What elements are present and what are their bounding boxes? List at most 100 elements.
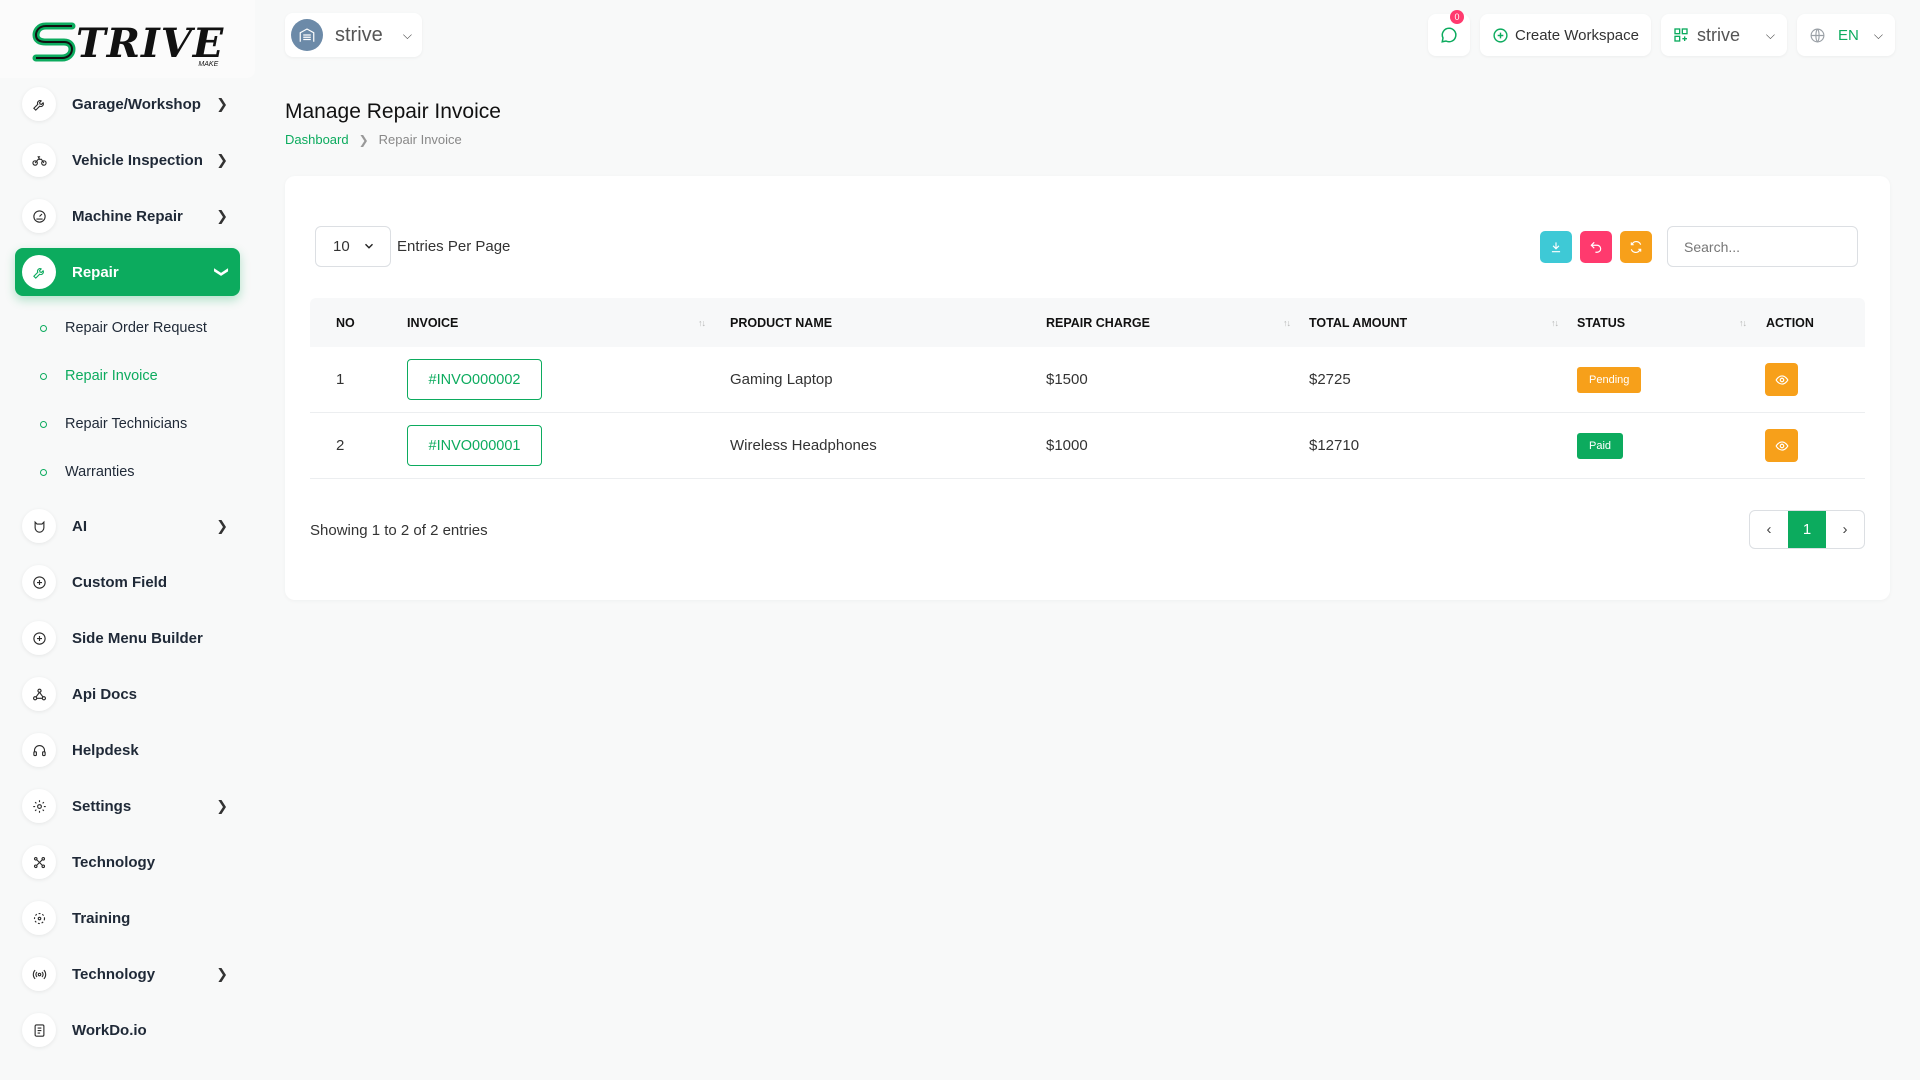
sidebar-item-label: Technology <box>72 854 155 871</box>
sidebar-item-label: Machine Repair <box>72 208 183 225</box>
chevron-right-icon: ❯ <box>216 96 228 113</box>
sidebar-item-machine-repair[interactable]: Machine Repair ❯ <box>15 192 240 240</box>
chevron-down-icon <box>362 239 376 253</box>
invoice-table: NO INVOICE↑↓ PRODUCT NAME REPAIR CHARGE↑… <box>310 298 1865 479</box>
document-icon <box>22 1013 56 1047</box>
breadcrumb-dashboard-link[interactable]: Dashboard <box>285 132 349 147</box>
language-selector[interactable]: EN ⌵ <box>1797 14 1895 56</box>
column-header-invoice[interactable]: INVOICE↑↓ <box>407 298 715 347</box>
sidebar-item-training[interactable]: Training <box>15 894 240 942</box>
refresh-button[interactable] <box>1620 231 1652 263</box>
nodes-icon <box>22 845 56 879</box>
sidebar-item-label: Vehicle Inspection <box>72 152 203 169</box>
breadcrumb-current: Repair Invoice <box>379 132 462 147</box>
sort-icon[interactable]: ↑↓ <box>1739 318 1746 328</box>
page-title: Manage Repair Invoice <box>285 100 501 124</box>
sidebar-item-vehicle-inspection[interactable]: Vehicle Inspection ❯ <box>15 136 240 184</box>
submenu-repair-technicians[interactable]: Repair Technicians <box>15 400 240 448</box>
sidebar-item-repair[interactable]: Repair ❯ <box>15 248 240 296</box>
sidebar-item-technology[interactable]: Technology <box>15 838 240 886</box>
previous-page-button[interactable]: ‹ <box>1750 511 1788 548</box>
workspace-menu-button[interactable]: strive ⌵ <box>1661 14 1787 56</box>
eye-icon <box>1775 439 1789 453</box>
entries-label: Entries Per Page <box>397 238 510 255</box>
sidebar-item-side-menu-builder[interactable]: Side Menu Builder <box>15 614 240 662</box>
export-button[interactable] <box>1540 231 1572 263</box>
chevron-right-icon: ❯ <box>216 966 228 983</box>
cell-invoice: #INVO000002 <box>407 359 715 400</box>
workspace-avatar-icon <box>291 19 323 51</box>
sidebar-item-label: WorkDo.io <box>72 1022 147 1039</box>
workspace-switcher[interactable]: strive ⌵ <box>285 13 422 57</box>
bullet-icon <box>40 421 47 428</box>
workspace-name: strive <box>335 24 383 47</box>
invoice-link-button[interactable]: #INVO000001 <box>407 425 542 466</box>
next-page-button[interactable]: › <box>1826 511 1864 548</box>
entries-info: Showing 1 to 2 of 2 entries <box>310 522 488 539</box>
plus-circle-icon <box>22 565 56 599</box>
submenu-label: Warranties <box>65 464 135 480</box>
cell-total-amount: $2725 <box>1300 371 1568 388</box>
sidebar-item-label: Settings <box>72 798 131 815</box>
sort-icon[interactable]: ↑↓ <box>1551 318 1558 328</box>
logo-area: TRIVE MAKE <box>0 0 255 78</box>
messages-button[interactable]: 0 <box>1428 14 1470 56</box>
status-badge: Pending <box>1577 367 1641 393</box>
logo-subtext: MAKE <box>198 61 218 68</box>
bullet-icon <box>40 373 47 380</box>
table-row: 2 #INVO000001 Wireless Headphones $1000 … <box>310 413 1865 479</box>
sidebar: TRIVE MAKE Garage/Workshop ❯ Vehicle Ins… <box>0 0 255 1080</box>
column-header-repair-charge[interactable]: REPAIR CHARGE↑↓ <box>1036 298 1300 347</box>
bullet-icon <box>40 469 47 476</box>
page-button[interactable]: 1 <box>1788 511 1826 548</box>
download-icon <box>1549 240 1563 254</box>
entries-per-page-select[interactable]: 10 <box>315 226 391 267</box>
chevron-down-icon: ⌵ <box>1766 28 1775 43</box>
submenu-warranties[interactable]: Warranties <box>15 448 240 496</box>
sort-icon[interactable]: ↑↓ <box>698 318 705 328</box>
search-input[interactable] <box>1667 226 1858 267</box>
column-header-total-amount[interactable]: TOTAL AMOUNT↑↓ <box>1300 298 1568 347</box>
chevron-right-icon: ❯ <box>216 208 228 225</box>
sidebar-item-ai[interactable]: AI ❯ <box>15 502 240 550</box>
headphones-icon <box>22 733 56 767</box>
sidebar-item-workdo[interactable]: WorkDo.io <box>15 1006 240 1054</box>
brand-logo[interactable]: TRIVE MAKE <box>32 20 224 64</box>
apps-icon <box>1673 27 1689 43</box>
side-menu: Garage/Workshop ❯ Vehicle Inspection ❯ M… <box>15 72 240 1062</box>
workspace-menu-label: strive <box>1697 25 1740 46</box>
sort-icon[interactable]: ↑↓ <box>1283 318 1290 328</box>
view-button[interactable] <box>1765 363 1798 396</box>
table-header: NO INVOICE↑↓ PRODUCT NAME REPAIR CHARGE↑… <box>310 298 1865 347</box>
cell-status: Pending <box>1568 367 1756 393</box>
sidebar-item-custom-field[interactable]: Custom Field <box>15 558 240 606</box>
submenu-label: Repair Order Request <box>65 320 207 336</box>
plus-circle-icon <box>22 621 56 655</box>
cell-invoice: #INVO000001 <box>407 425 715 466</box>
cell-total-amount: $12710 <box>1300 437 1568 454</box>
sidebar-item-settings[interactable]: Settings ❯ <box>15 782 240 830</box>
sidebar-item-helpdesk[interactable]: Helpdesk <box>15 726 240 774</box>
eye-icon <box>1775 373 1789 387</box>
column-header-no[interactable]: NO <box>310 298 407 347</box>
reset-button[interactable] <box>1580 231 1612 263</box>
status-badge: Paid <box>1577 433 1623 459</box>
sidebar-item-garage-workshop[interactable]: Garage/Workshop ❯ <box>15 80 240 128</box>
cell-no: 1 <box>310 371 407 388</box>
column-header-product-name[interactable]: PRODUCT NAME <box>715 298 1036 347</box>
sidebar-item-api-docs[interactable]: Api Docs <box>15 670 240 718</box>
column-header-status[interactable]: STATUS↑↓ <box>1568 298 1756 347</box>
pagination: ‹ 1 › <box>1749 510 1865 549</box>
plus-circle-icon <box>1492 27 1509 44</box>
notification-badge: 0 <box>1450 10 1464 24</box>
chevron-right-icon: ❯ <box>216 798 228 815</box>
submenu-repair-invoice[interactable]: Repair Invoice <box>15 352 240 400</box>
submenu-repair-order-request[interactable]: Repair Order Request <box>15 304 240 352</box>
create-workspace-button[interactable]: Create Workspace <box>1480 14 1651 56</box>
tool-icon <box>22 255 56 289</box>
language-label: EN <box>1838 27 1859 44</box>
undo-icon <box>1589 240 1603 254</box>
view-button[interactable] <box>1765 429 1798 462</box>
sidebar-item-technology-2[interactable]: Technology ❯ <box>15 950 240 998</box>
invoice-link-button[interactable]: #INVO000002 <box>407 359 542 400</box>
